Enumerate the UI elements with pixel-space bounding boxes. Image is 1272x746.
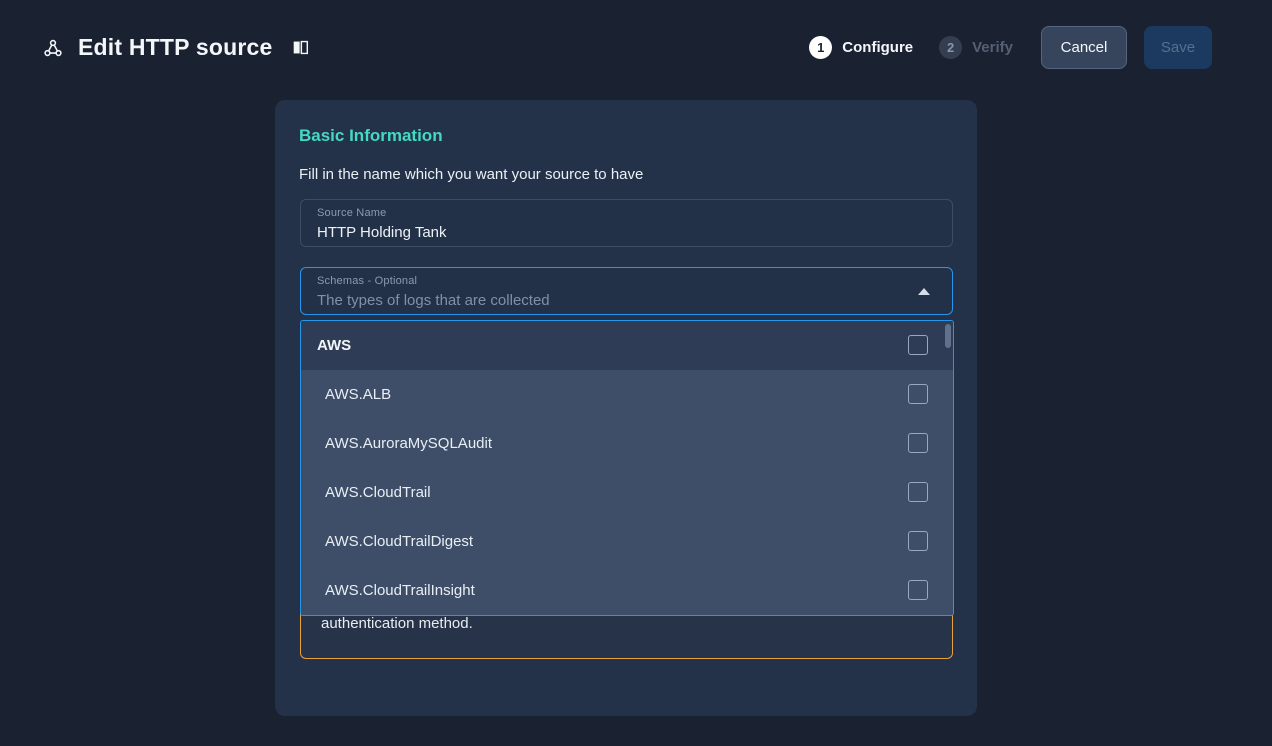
warning-text: authentication method.: [321, 615, 473, 632]
app-root: Edit HTTP source 1 Configure 2 Verify C: [0, 0, 1272, 746]
dropdown-option[interactable]: AWS.CloudTrail: [301, 468, 953, 517]
checkbox-icon[interactable]: [908, 335, 928, 355]
schemas-label: Schemas - Optional: [317, 275, 417, 287]
source-name-label: Source Name: [317, 207, 386, 219]
source-name-field[interactable]: Source Name: [300, 199, 953, 247]
section-subtitle: Fill in the name which you want your sou…: [299, 166, 643, 183]
schemas-input[interactable]: [317, 290, 912, 310]
dropdown-option-label: AWS.AuroraMySQLAudit: [301, 435, 492, 452]
dropdown-option-label: AWS: [301, 337, 351, 354]
dropdown-option-label: AWS.CloudTrail: [301, 484, 431, 501]
topbar: Edit HTTP source 1 Configure 2 Verify C: [0, 0, 1272, 95]
schemas-dropdown-list: AWS AWS.ALB AWS.AuroraMySQLAudit: [300, 320, 954, 616]
stepper: 1 Configure 2 Verify: [809, 36, 1013, 59]
section-title: Basic Information: [299, 126, 443, 146]
schemas-field[interactable]: Schemas - Optional: [300, 267, 953, 315]
webhook-icon: [42, 37, 64, 59]
step-number-badge: 2: [939, 36, 962, 59]
dropdown-option-label: AWS.CloudTrailInsight: [301, 582, 475, 599]
checkbox-icon[interactable]: [908, 531, 928, 551]
step-label: Verify: [972, 39, 1013, 56]
dropdown-option-label: AWS.CloudTrailDigest: [301, 533, 473, 550]
step-number-badge: 1: [809, 36, 832, 59]
cancel-button[interactable]: Cancel: [1041, 26, 1127, 69]
caret-up-icon[interactable]: [918, 288, 930, 295]
dropdown-option[interactable]: AWS.CloudTrailInsight: [301, 566, 953, 615]
docs-book-icon[interactable]: [292, 39, 309, 56]
topbar-left: Edit HTTP source: [42, 34, 309, 61]
checkbox-icon[interactable]: [908, 433, 928, 453]
step-verify: 2 Verify: [939, 36, 1013, 59]
dropdown-option[interactable]: AWS.ALB: [301, 370, 953, 419]
page-title: Edit HTTP source: [78, 34, 272, 61]
dropdown-option[interactable]: AWS.AuroraMySQLAudit: [301, 419, 953, 468]
checkbox-icon[interactable]: [908, 580, 928, 600]
checkbox-icon[interactable]: [908, 482, 928, 502]
scrollbar-thumb[interactable]: [945, 324, 951, 348]
dropdown-option[interactable]: AWS.CloudTrailDigest: [301, 517, 953, 566]
source-name-input[interactable]: [317, 222, 912, 242]
dropdown-option[interactable]: AWS: [301, 321, 953, 370]
checkbox-icon[interactable]: [908, 384, 928, 404]
topbar-right: 1 Configure 2 Verify Cancel Save: [809, 26, 1212, 69]
dropdown-option-label: AWS.ALB: [301, 386, 391, 403]
basic-information-panel: Basic Information Fill in the name which…: [275, 100, 977, 716]
step-label: Configure: [842, 39, 913, 56]
step-configure: 1 Configure: [809, 36, 913, 59]
save-button[interactable]: Save: [1144, 26, 1212, 69]
